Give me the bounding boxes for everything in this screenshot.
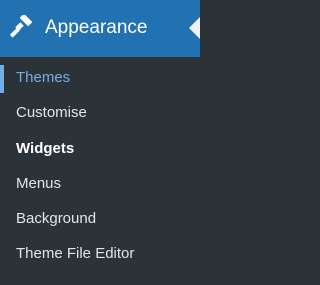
appearance-menu-header[interactable]: Appearance — [0, 0, 200, 57]
submenu-item-label: Menus — [16, 175, 62, 192]
current-menu-arrow-icon — [189, 17, 200, 39]
appearance-menu-title: Appearance — [45, 17, 148, 38]
submenu-item-label: Background — [16, 210, 97, 227]
appearance-menu: Appearance Themes Customise Widgets Menu… — [0, 0, 200, 285]
submenu-item-menus[interactable]: Menus — [0, 168, 200, 198]
submenu-item-background[interactable]: Background — [0, 203, 200, 233]
submenu-item-label: Theme File Editor — [16, 245, 135, 262]
submenu-item-label: Customise — [16, 104, 87, 121]
submenu-item-customise[interactable]: Customise — [0, 97, 200, 127]
submenu-item-theme-file-editor[interactable]: Theme File Editor — [0, 238, 200, 268]
current-item-marker — [0, 65, 4, 93]
submenu-item-widgets[interactable]: Widgets — [0, 133, 200, 163]
submenu-item-label: Widgets — [16, 140, 75, 157]
submenu-item-themes[interactable]: Themes — [0, 62, 200, 93]
submenu-item-label: Themes — [16, 69, 71, 86]
paintbrush-icon — [10, 14, 34, 39]
